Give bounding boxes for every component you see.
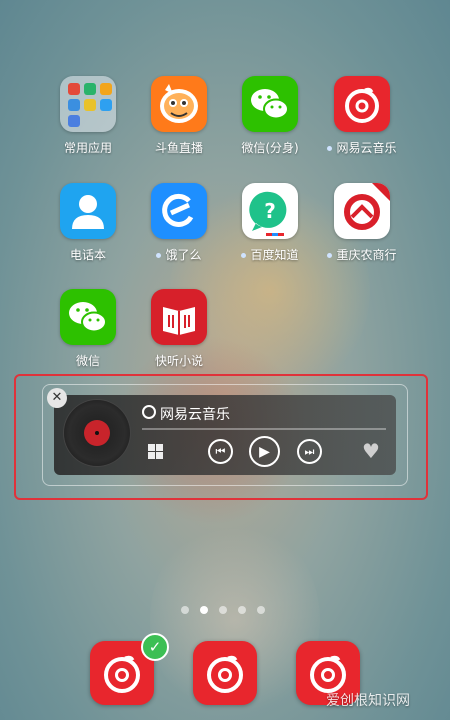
like-heart-button[interactable]: ♥ bbox=[362, 441, 380, 461]
page-dot[interactable] bbox=[238, 606, 246, 614]
app-eleme[interactable]: 饿了么 bbox=[134, 183, 224, 263]
app-chongqing-bank[interactable]: 重庆农商行 bbox=[317, 183, 407, 263]
app-douyu[interactable]: 斗鱼直播 bbox=[134, 76, 224, 156]
app-label: 重庆农商行 bbox=[317, 246, 407, 263]
baidu-zhidao-icon: ? bbox=[242, 183, 298, 239]
wechat-clone-icon bbox=[242, 76, 298, 132]
app-netease-music[interactable]: 网易云音乐 bbox=[317, 76, 407, 156]
app-baidu-zhidao[interactable]: ? 百度知道 bbox=[225, 183, 315, 263]
app-folder-common[interactable]: 常用应用 bbox=[43, 76, 133, 156]
folder-icon bbox=[60, 76, 116, 132]
watermark-text: 爱创根知识网 bbox=[326, 693, 410, 709]
netease-logo-icon bbox=[142, 405, 156, 419]
page-dot-active[interactable] bbox=[200, 606, 208, 614]
app-label-text: 百度知道 bbox=[250, 248, 299, 262]
chongqing-bank-icon bbox=[334, 183, 390, 239]
app-wechat-clone[interactable]: 微信(分身) bbox=[225, 76, 315, 156]
new-install-dot bbox=[156, 253, 162, 258]
new-install-dot bbox=[327, 146, 333, 151]
windows-grid-icon[interactable] bbox=[148, 444, 163, 459]
new-install-dot bbox=[241, 253, 247, 258]
app-contacts[interactable]: 电话本 bbox=[43, 183, 133, 263]
app-label: 快听小说 bbox=[154, 354, 203, 368]
app-label: 百度知道 bbox=[225, 246, 315, 263]
app-label: 斗鱼直播 bbox=[154, 141, 203, 155]
app-label: 微信(分身) bbox=[241, 141, 299, 155]
netease-cloud-music-icon bbox=[334, 76, 390, 132]
progress-bar[interactable] bbox=[142, 428, 386, 430]
play-button[interactable]: ▶ bbox=[249, 436, 280, 467]
app-label: 饿了么 bbox=[134, 246, 224, 263]
close-widget-button[interactable]: ✕ bbox=[47, 388, 67, 408]
app-kuaiting[interactable]: 快听小说 bbox=[134, 289, 224, 369]
vinyl-disc-icon bbox=[64, 400, 130, 466]
new-install-dot bbox=[327, 253, 333, 258]
selected-check-icon: ✓ bbox=[141, 633, 169, 661]
svg-text:?: ? bbox=[264, 199, 276, 223]
eleme-icon bbox=[151, 183, 207, 239]
contacts-icon bbox=[60, 183, 116, 239]
app-label: 常用应用 bbox=[63, 141, 112, 155]
page-dot[interactable] bbox=[257, 606, 265, 614]
douyu-icon bbox=[151, 76, 207, 132]
app-label-text: 网易云音乐 bbox=[336, 141, 397, 155]
widget-app-name: 网易云音乐 bbox=[160, 407, 230, 423]
page-dot[interactable] bbox=[181, 606, 189, 614]
previous-track-button[interactable]: ⏮ bbox=[208, 439, 233, 464]
dock-netease-music-2[interactable] bbox=[193, 641, 257, 705]
app-label: 电话本 bbox=[69, 248, 106, 262]
page-indicator bbox=[181, 606, 265, 614]
wechat-icon bbox=[60, 289, 116, 345]
page-dot[interactable] bbox=[219, 606, 227, 614]
kuaiting-novel-icon bbox=[151, 289, 207, 345]
app-label: 微信 bbox=[75, 354, 100, 368]
next-track-button[interactable]: ⏭ bbox=[297, 439, 322, 464]
app-label-text: 重庆农商行 bbox=[336, 248, 397, 262]
app-label-text: 饿了么 bbox=[165, 248, 202, 262]
app-wechat[interactable]: 微信 bbox=[43, 289, 133, 369]
app-label: 网易云音乐 bbox=[317, 139, 407, 156]
